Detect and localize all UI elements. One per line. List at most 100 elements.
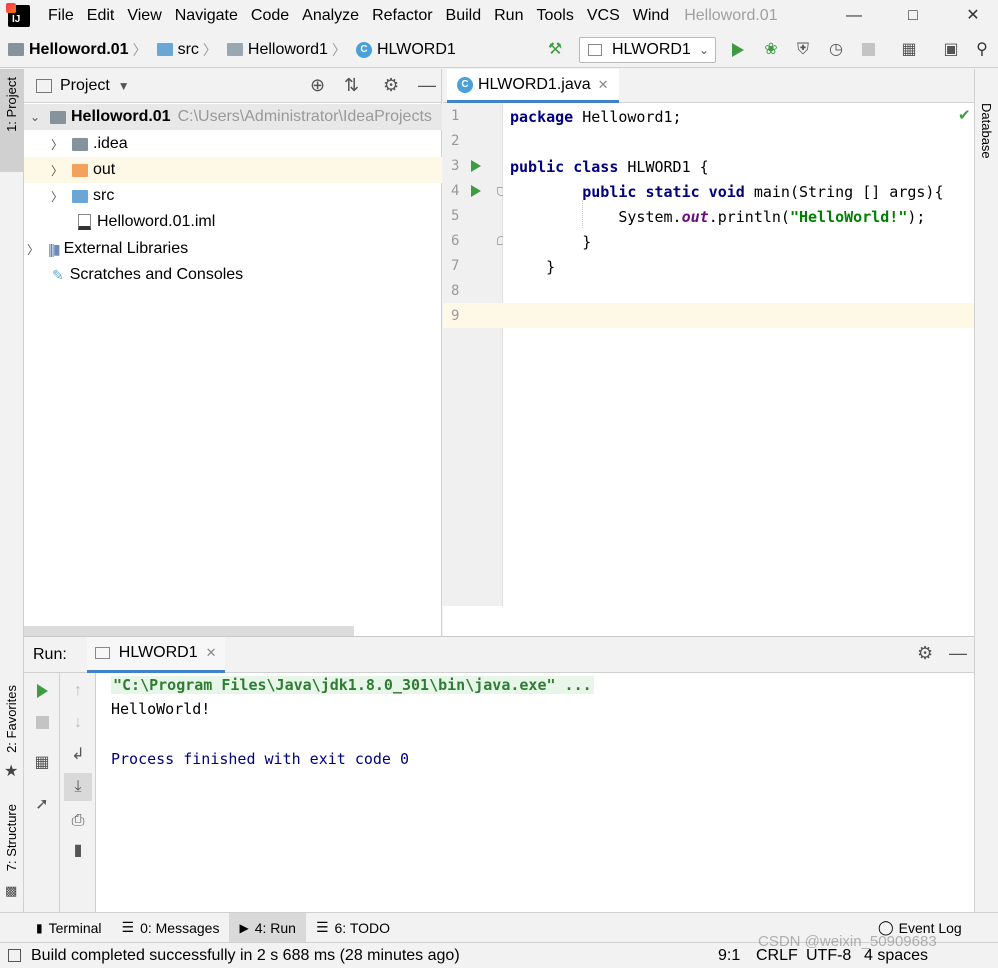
- run-main-gutter-icon[interactable]: [471, 185, 481, 197]
- tree-row-scratches[interactable]: ✎ Scratches and Consoles: [24, 262, 442, 288]
- menu-tools[interactable]: Tools: [536, 7, 573, 25]
- favorites-tab[interactable]: 2: Favorites: [4, 685, 19, 753]
- search-icon[interactable]: ⚲: [972, 40, 992, 60]
- scroll-to-end-icon[interactable]: ⤓: [64, 773, 92, 801]
- code-line-1: package Helloword1;: [510, 108, 682, 126]
- chevron-down-icon[interactable]: ⌄: [28, 110, 42, 124]
- code-token: Helloword1;: [573, 108, 682, 126]
- menu-run[interactable]: Run: [494, 7, 523, 25]
- project-structure-icon[interactable]: ▦: [899, 40, 919, 60]
- trash-icon[interactable]: ▮: [68, 841, 88, 861]
- collapse-all-icon[interactable]: ⇅: [344, 75, 359, 96]
- hide-panel-icon[interactable]: —: [418, 75, 436, 96]
- chevron-right-icon[interactable]: 〉: [50, 136, 64, 153]
- arrow-up-icon[interactable]: ↑: [68, 681, 88, 701]
- menu-window[interactable]: Wind: [633, 7, 669, 25]
- editor-tab-bar: C HLWORD1.java ✕: [443, 69, 974, 103]
- debug-bug-icon[interactable]: ❀: [761, 40, 781, 60]
- chevron-down-icon: ⌄: [698, 43, 709, 57]
- stop-button[interactable]: [32, 713, 52, 733]
- line-number: 1: [451, 108, 460, 124]
- gear-icon[interactable]: ⚙: [917, 643, 933, 664]
- play-icon: ▶: [239, 920, 249, 935]
- stop-button[interactable]: [858, 40, 878, 60]
- tree-row-src[interactable]: 〉 src: [24, 183, 442, 209]
- tree-row-iml[interactable]: Helloword.01.iml: [24, 209, 442, 235]
- maximize-icon[interactable]: □: [901, 4, 925, 28]
- print-icon[interactable]: ⎙: [68, 811, 88, 831]
- breadcrumb-src[interactable]: src 〉: [156, 40, 221, 60]
- code-editor[interactable]: package Helloword1; public class HLWORD1…: [503, 103, 974, 606]
- close-window-icon[interactable]: ✕: [961, 4, 985, 28]
- run-configuration-select[interactable]: HLWORD1 ⌄: [579, 37, 716, 63]
- locate-crosshair-icon[interactable]: ⊕: [310, 75, 325, 96]
- chevron-right-icon[interactable]: 〉: [50, 162, 64, 179]
- chevron-down-icon[interactable]: ▼: [118, 79, 130, 93]
- menu-file[interactable]: File: [48, 7, 74, 25]
- status-message[interactable]: Build completed successfully in 2 s 688 …: [31, 947, 460, 965]
- close-tab-icon[interactable]: ✕: [206, 645, 217, 661]
- close-tab-icon[interactable]: ✕: [598, 77, 609, 93]
- chevron-right-icon[interactable]: 〉: [26, 241, 40, 258]
- messages-tab[interactable]: ☰ 0: Messages: [112, 913, 230, 943]
- code-line-7: }: [510, 258, 556, 276]
- line-number: 7: [451, 258, 460, 274]
- project-view-label[interactable]: Project: [60, 77, 110, 95]
- menu-refactor[interactable]: Refactor: [372, 7, 432, 25]
- toggle-tool-windows-icon[interactable]: [8, 949, 21, 962]
- hide-panel-icon[interactable]: —: [949, 643, 967, 664]
- terminal-tab[interactable]: ▮ Terminal: [26, 913, 112, 943]
- breadcrumb-class[interactable]: C HLWORD1: [355, 41, 456, 59]
- breadcrumb-package[interactable]: Helloword1 〉: [226, 40, 350, 60]
- menu-navigate[interactable]: Navigate: [175, 7, 238, 25]
- todo-tab[interactable]: ☰ 6: TODO: [306, 913, 400, 943]
- profile-icon[interactable]: ◷: [826, 40, 846, 60]
- tree-row-idea[interactable]: 〉 .idea: [24, 131, 442, 157]
- tree-row-root[interactable]: ⌄ Helloword.01 C:\Users\Administrator\Id…: [24, 104, 442, 130]
- module-file-icon: [78, 214, 91, 230]
- breadcrumb-project[interactable]: Helloword.01 〉: [8, 40, 151, 60]
- menu-view[interactable]: View: [127, 7, 161, 25]
- run-tab-hlword1[interactable]: HLWORD1 ✕: [86, 636, 225, 673]
- tree-row-out[interactable]: 〉 out: [24, 157, 442, 183]
- run-class-gutter-icon[interactable]: [471, 160, 481, 172]
- gear-icon[interactable]: ⚙: [383, 75, 399, 96]
- menu-edit[interactable]: Edit: [87, 7, 115, 25]
- rerun-button[interactable]: [32, 681, 52, 701]
- chevron-right-icon: 〉: [132, 41, 147, 58]
- no-problems-check-icon[interactable]: ✔: [958, 106, 971, 124]
- caret-position[interactable]: 9:1: [718, 947, 740, 965]
- menu-vcs[interactable]: VCS: [587, 7, 620, 25]
- coverage-icon[interactable]: ⛨: [793, 40, 813, 60]
- tree-row-external-libraries[interactable]: 〉 |||▮ External Libraries: [24, 236, 442, 262]
- run-panel-label: Run:: [33, 645, 67, 663]
- minimize-icon[interactable]: —: [842, 4, 866, 28]
- menu-build[interactable]: Build: [446, 7, 482, 25]
- menu-analyze[interactable]: Analyze: [302, 7, 359, 25]
- structure-tab[interactable]: 7: Structure: [4, 804, 19, 871]
- pin-icon[interactable]: ➚: [32, 795, 52, 815]
- build-hammer-icon[interactable]: ⚒: [545, 40, 565, 60]
- editor-tab-label: HLWORD1.java: [478, 75, 591, 93]
- editor-tab-hlword1[interactable]: C HLWORD1.java ✕: [447, 69, 619, 103]
- todo-icon: ☰: [315, 919, 329, 935]
- restore-layout-icon[interactable]: ▦: [32, 753, 52, 773]
- code-token: .println(: [708, 208, 790, 226]
- line-number: 6: [451, 233, 460, 249]
- console-exit-line: Process finished with exit code 0: [111, 750, 410, 768]
- run-tool-tab[interactable]: ▶ 4: Run: [229, 912, 306, 943]
- soft-wrap-icon[interactable]: ↲: [68, 745, 88, 765]
- presentation-icon[interactable]: ▣: [941, 40, 961, 60]
- project-tool-tab[interactable]: 1: Project: [0, 69, 24, 172]
- menu-code[interactable]: Code: [251, 7, 289, 25]
- source-folder-icon: [156, 43, 173, 56]
- arrow-down-icon[interactable]: ↓: [68, 713, 88, 733]
- horizontal-scrollbar[interactable]: [24, 626, 354, 636]
- stop-icon: [861, 43, 875, 56]
- database-tab[interactable]: Database: [979, 103, 994, 159]
- run-button[interactable]: [728, 40, 748, 60]
- breadcrumb-src-label: src: [177, 40, 199, 58]
- code-token: HLWORD1 {: [618, 158, 709, 176]
- console-output-line: HelloWorld!: [111, 700, 211, 718]
- chevron-right-icon[interactable]: 〉: [50, 188, 64, 205]
